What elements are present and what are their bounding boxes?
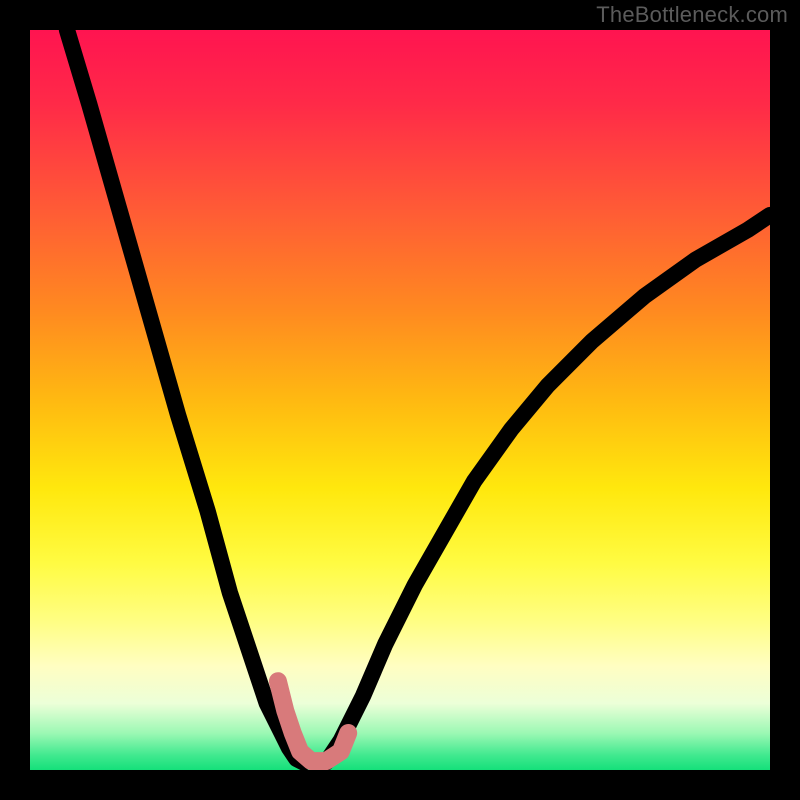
left-branch-curve [67, 30, 304, 763]
curve-layer [30, 30, 770, 770]
right-branch-curve [326, 215, 770, 763]
watermark-label: TheBottleneck.com [596, 2, 788, 28]
chart-frame: TheBottleneck.com [0, 0, 800, 800]
plot-area [30, 30, 770, 770]
